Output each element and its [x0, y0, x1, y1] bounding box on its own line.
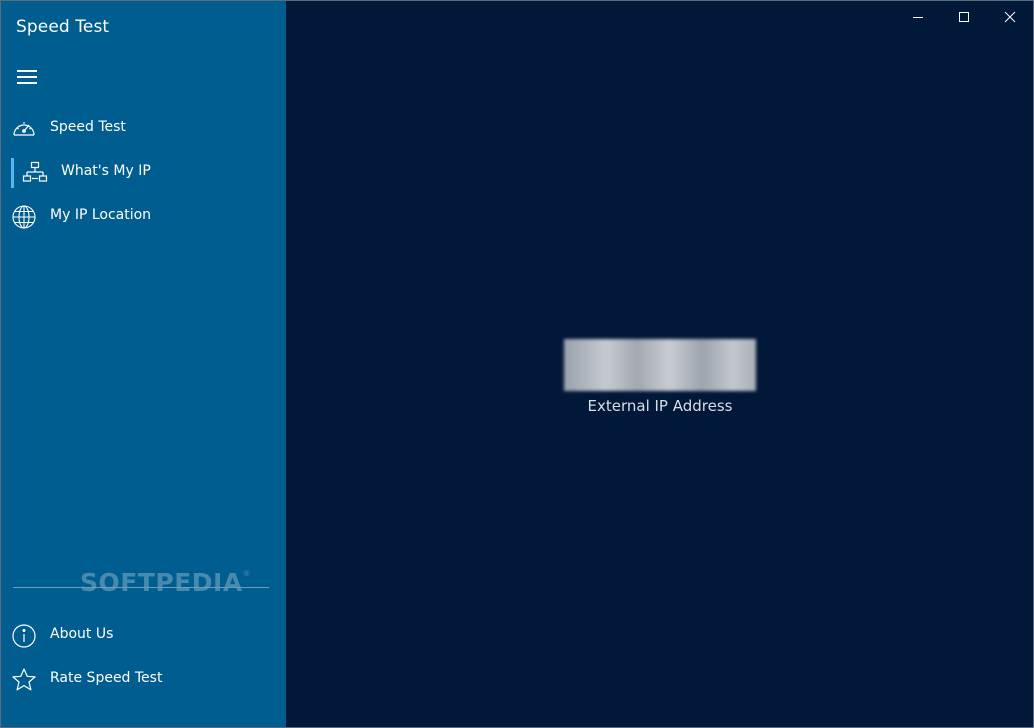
- external-ip-caption: External IP Address: [587, 397, 733, 415]
- selection-indicator: [11, 158, 14, 188]
- external-ip-value-blurred: [564, 339, 756, 391]
- star-icon: [11, 667, 37, 693]
- network-icon: [22, 160, 48, 186]
- nav-item-label: What's My IP: [61, 163, 151, 179]
- softpedia-watermark: SOFTPEDIA®: [80, 568, 252, 597]
- maximize-button[interactable]: [941, 1, 987, 33]
- nav-item-my-ip-location[interactable]: My IP Location: [1, 197, 286, 237]
- maximize-icon: [959, 12, 969, 22]
- nav-item-label: About Us: [50, 626, 114, 642]
- nav-item-label: Rate Speed Test: [50, 670, 163, 686]
- minimize-icon: [913, 17, 923, 18]
- globe-icon: [11, 204, 37, 230]
- speedometer-icon: [11, 116, 37, 142]
- nav-item-label: My IP Location: [50, 207, 152, 223]
- window-controls: [895, 1, 1033, 33]
- nav-item-label: Speed Test: [50, 119, 126, 135]
- nav-item-about-us[interactable]: About Us: [1, 616, 286, 656]
- info-icon: [11, 623, 37, 649]
- minimize-button[interactable]: [895, 1, 941, 33]
- app-title: Speed Test: [16, 17, 110, 37]
- nav-item-whats-my-ip[interactable]: What's My IP: [1, 153, 286, 193]
- nav-item-rate-speed-test[interactable]: Rate Speed Test: [1, 660, 286, 700]
- navigation-pane: Speed Test Speed Test What's My IP My IP…: [1, 1, 286, 727]
- close-button[interactable]: [987, 1, 1033, 33]
- nav-item-speed-test[interactable]: Speed Test: [1, 109, 286, 149]
- app-window: Speed Test Speed Test What's My IP My IP…: [0, 0, 1034, 728]
- sidebar-divider: [13, 587, 269, 588]
- close-icon: [1004, 11, 1016, 23]
- external-ip-value: [564, 339, 756, 391]
- hamburger-menu-icon[interactable]: [17, 69, 37, 85]
